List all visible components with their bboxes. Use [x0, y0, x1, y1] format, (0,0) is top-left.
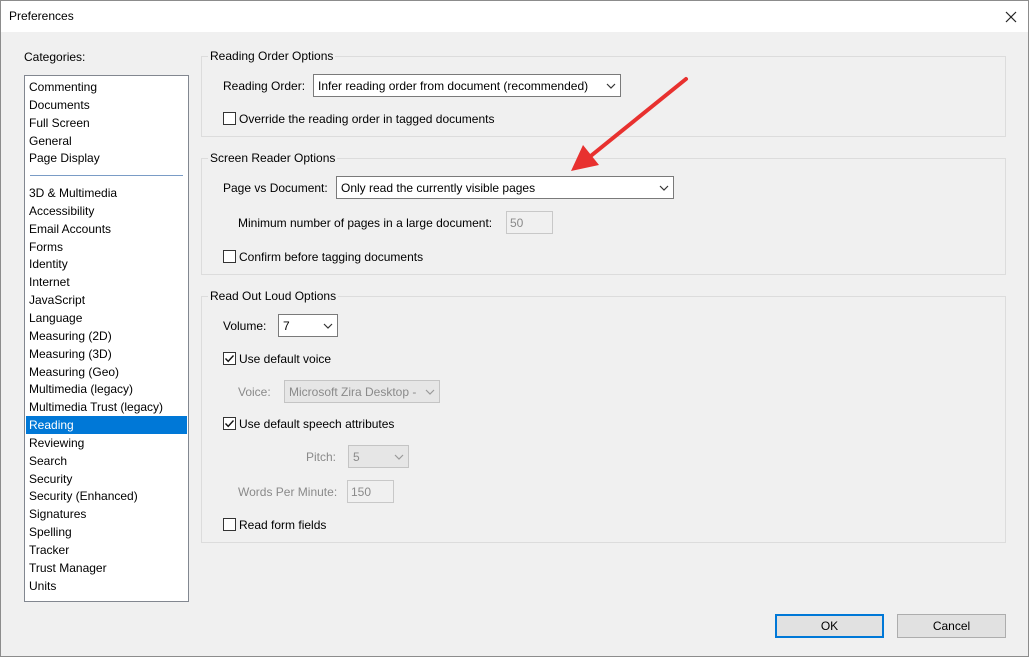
category-item[interactable]: Units [26, 577, 187, 595]
category-item[interactable]: Internet [26, 273, 187, 291]
page-vs-document-label: Page vs Document: [223, 181, 328, 195]
category-item[interactable]: Identity [26, 255, 187, 273]
category-item[interactable]: Language [26, 309, 187, 327]
category-item[interactable]: Commenting [26, 78, 187, 96]
use-default-voice-checkbox[interactable] [223, 352, 236, 365]
page-vs-document-value: Only read the currently visible pages [341, 181, 536, 195]
voice-value: Microsoft Zira Desktop - [289, 385, 417, 399]
category-item[interactable]: Trust Manager [26, 559, 187, 577]
category-item[interactable]: 3D & Multimedia [26, 184, 187, 202]
category-item[interactable]: Multimedia Trust (legacy) [26, 398, 187, 416]
close-button[interactable] [994, 1, 1028, 32]
volume-label: Volume: [223, 319, 267, 333]
chevron-down-icon [390, 446, 408, 467]
category-item[interactable]: Search [26, 452, 187, 470]
override-reading-order-label: Override the reading order in tagged doc… [239, 112, 495, 126]
title-bar: Preferences [1, 1, 1028, 32]
volume-value: 7 [283, 319, 290, 333]
category-item[interactable]: Security [26, 470, 187, 488]
category-item[interactable]: Measuring (2D) [26, 327, 187, 345]
volume-dropdown[interactable]: 7 [278, 314, 338, 337]
category-item[interactable]: Documents [26, 96, 187, 114]
category-item[interactable]: Forms [26, 238, 187, 256]
pitch-label: Pitch: [306, 450, 337, 464]
category-item[interactable]: Measuring (3D) [26, 345, 187, 363]
words-per-minute-label: Words Per Minute: [238, 485, 338, 499]
chevron-down-icon [421, 381, 439, 402]
category-item[interactable]: Email Accounts [26, 220, 187, 238]
pitch-dropdown[interactable]: 5 [348, 445, 409, 468]
category-item[interactable]: General [26, 132, 187, 150]
reading-order-label: Reading Order: [223, 79, 306, 93]
pitch-value: 5 [353, 450, 360, 464]
close-icon [1005, 11, 1017, 22]
override-reading-order-checkbox[interactable] [223, 112, 236, 125]
min-pages-label: Minimum number of pages in a large docum… [238, 216, 493, 230]
window-title: Preferences [9, 9, 74, 23]
use-default-speech-label: Use default speech attributes [239, 417, 395, 431]
category-item[interactable]: Multimedia (legacy) [26, 380, 187, 398]
category-item[interactable]: Spelling [26, 523, 187, 541]
category-item[interactable]: Signatures [26, 505, 187, 523]
reading-order-title: Reading Order Options [208, 49, 336, 63]
words-per-minute-value: 150 [351, 485, 372, 499]
use-default-speech-checkbox[interactable] [223, 417, 236, 430]
categories-label: Categories: [24, 50, 86, 64]
category-item[interactable]: Reading [26, 416, 187, 435]
checkmark-icon [224, 420, 235, 428]
categories-list[interactable]: Commenting Documents Full Screen General Pag… [24, 75, 189, 602]
cancel-button[interactable]: Cancel [897, 614, 1006, 638]
chevron-down-icon [319, 315, 337, 336]
confirm-tagging-checkbox[interactable] [223, 250, 236, 263]
min-pages-input[interactable]: 50 [506, 211, 553, 234]
categories-separator [30, 175, 183, 176]
voice-dropdown[interactable]: Microsoft Zira Desktop - [284, 380, 440, 403]
read-out-loud-title: Read Out Loud Options [208, 289, 339, 303]
category-item[interactable]: JavaScript [26, 291, 187, 309]
category-item[interactable]: Security (Enhanced) [26, 487, 187, 505]
read-form-fields-label: Read form fields [239, 518, 327, 532]
category-item[interactable]: Page Display [26, 149, 187, 167]
category-item[interactable]: Accessibility [26, 202, 187, 220]
category-item[interactable]: Measuring (Geo) [26, 363, 187, 381]
min-pages-value: 50 [510, 216, 524, 230]
annotation-arrow-icon [571, 77, 688, 171]
category-item[interactable]: Full Screen [26, 114, 187, 132]
use-default-voice-label: Use default voice [239, 352, 332, 366]
preferences-dialog: Preferences Categories: Commenting Docume… [0, 0, 1029, 657]
confirm-tagging-label: Confirm before tagging documents [239, 250, 424, 264]
words-per-minute-input[interactable]: 150 [347, 480, 394, 503]
ok-button[interactable]: OK [775, 614, 884, 638]
checkmark-icon [224, 355, 235, 363]
category-item[interactable]: Tracker [26, 541, 187, 559]
reading-order-value: Infer reading order from document (recom… [318, 79, 589, 93]
screen-reader-title: Screen Reader Options [208, 151, 338, 165]
voice-label: Voice: [238, 385, 271, 399]
category-item[interactable]: Reviewing [26, 434, 187, 452]
read-form-fields-checkbox[interactable] [223, 518, 236, 531]
